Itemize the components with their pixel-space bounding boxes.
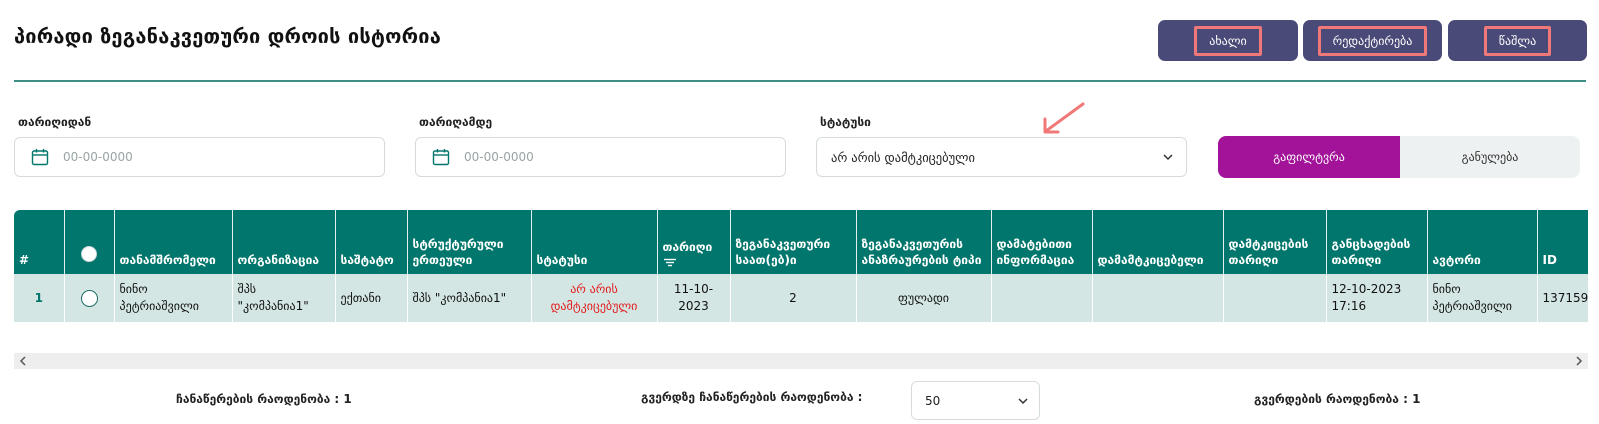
row-id: 137159: [1537, 274, 1588, 322]
table-row[interactable]: 1 ნინო პეტრიაშვილი შპს "კომპანია1" ექთან…: [14, 274, 1588, 322]
chevron-down-icon: [1018, 398, 1028, 405]
chevron-right-icon[interactable]: [1574, 356, 1584, 366]
row-additional-info: [991, 274, 1093, 322]
per-page-select[interactable]: 50: [911, 381, 1040, 420]
col-header-status: სტატუსი: [531, 210, 658, 274]
row-employee: ნინო პეტრიაშვილი: [114, 274, 233, 322]
row-unit: შპს "კომპანია1": [407, 274, 532, 322]
row-approver: [1092, 274, 1224, 322]
calendar-icon: [432, 149, 450, 166]
date-to-input[interactable]: 00-00-0000: [415, 137, 786, 177]
status-select[interactable]: არ არის დამტკიცებული: [816, 137, 1187, 177]
pages-count: გვერდების რაოდენობა : 1: [1254, 392, 1421, 406]
filter-button[interactable]: გაფილტვრა: [1218, 136, 1400, 178]
edit-button[interactable]: რედაქტირება: [1303, 20, 1442, 61]
row-select-radio[interactable]: [80, 289, 98, 307]
col-header-select: [64, 210, 115, 274]
col-header-approver: დამამტკიცებელი: [1092, 210, 1224, 274]
horizontal-scrollbar[interactable]: [14, 353, 1588, 369]
date-from-input[interactable]: 00-00-0000: [14, 137, 385, 177]
row-request-date: 12-10-2023 17:16: [1326, 274, 1428, 322]
date-from-placeholder: 00-00-0000: [63, 150, 133, 164]
new-button-label: ახალი: [1194, 25, 1262, 56]
table-header-row: # თანამშრომელი ორგანიზაცია საშტატო სტრუქ…: [14, 210, 1588, 274]
row-date: 11-10-2023: [657, 274, 731, 322]
col-header-date-label: თარიღი: [662, 240, 713, 254]
col-header-id: ID: [1537, 210, 1588, 274]
row-author: ნინო პეტრიაშვილი: [1427, 274, 1538, 322]
date-to-label: თარიღამდე: [419, 115, 493, 129]
col-header-date[interactable]: თარიღი: [657, 210, 731, 274]
sort-icon[interactable]: [663, 258, 677, 268]
col-header-author: ავტორი: [1427, 210, 1538, 274]
reset-button[interactable]: განულება: [1400, 136, 1580, 178]
col-header-organization: ორგანიზაცია: [232, 210, 336, 274]
col-header-additional-info: დამატებითი ინფორმაცია: [991, 210, 1093, 274]
row-position: ექთანი: [335, 274, 408, 322]
page-title: პირადი ზეგანაკვეთური დროის ისტორია: [14, 24, 442, 48]
row-approval-date: [1223, 274, 1327, 322]
row-status: არ არის დამტკიცებული: [531, 274, 658, 322]
select-all-radio[interactable]: [81, 246, 97, 262]
status-label: სტატუსი: [820, 115, 871, 129]
chevron-down-icon: [1163, 154, 1173, 161]
col-header-unit: სტრუქტურული ერთეული: [407, 210, 532, 274]
row-hours: 2: [730, 274, 857, 322]
col-header-pay-type: ზეგანაკვეთურის ანაზრაურების ტიპი: [856, 210, 992, 274]
per-page-value: 50: [925, 393, 941, 408]
history-table: # თანამშრომელი ორგანიზაცია საშტატო სტრუქ…: [14, 210, 1588, 322]
new-button[interactable]: ახალი: [1158, 20, 1298, 61]
chevron-left-icon[interactable]: [18, 356, 28, 366]
date-from-label: თარიღიდან: [18, 115, 92, 129]
col-header-request-date: განცხადების თარიღი: [1326, 210, 1428, 274]
col-header-hours: ზეგანაკვეთური საათ(ებ)ი: [730, 210, 857, 274]
per-page-label: გვერდზე ჩანაწერების რაოდენობა :: [641, 390, 863, 404]
row-number: 1: [14, 274, 65, 322]
status-select-value: არ არის დამტკიცებული: [831, 149, 975, 165]
row-pay-type: ფულადი: [856, 274, 992, 322]
row-select-cell: [64, 274, 115, 322]
delete-button-label: წაშლა: [1483, 25, 1552, 56]
col-header-employee: თანამშრომელი: [114, 210, 233, 274]
records-count: ჩანაწერების რაოდენობა : 1: [176, 392, 352, 406]
date-to-placeholder: 00-00-0000: [464, 150, 534, 164]
col-header-approval-date: დამტკიცების თარიღი: [1223, 210, 1327, 274]
edit-button-label: რედაქტირება: [1317, 25, 1428, 56]
annotation-arrow-icon: [1043, 102, 1085, 134]
col-header-position: საშტატო: [335, 210, 408, 274]
delete-button[interactable]: წაშლა: [1448, 20, 1587, 61]
title-divider: [14, 80, 1586, 82]
col-header-number: #: [14, 210, 65, 274]
calendar-icon: [31, 149, 49, 166]
row-organization: შპს "კომპანია1": [232, 274, 336, 322]
